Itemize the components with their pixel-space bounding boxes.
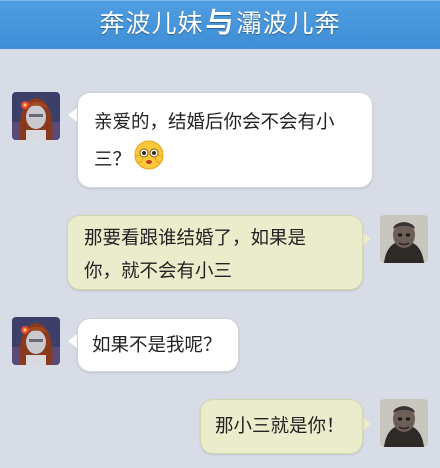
message-bubble-sent[interactable]: 那要看跟谁结婚了，如果是 你，就不会有小三 xyxy=(67,215,363,290)
title-name-left: 奔波儿妹 xyxy=(99,9,204,38)
message-bubble-sent[interactable]: 那小三就是你！ xyxy=(200,399,363,454)
message-text-line: 亲爱的，结婚后你会不会有小 xyxy=(94,112,335,133)
bubble-tail xyxy=(362,232,371,246)
message-text-line: 那小三就是你！ xyxy=(215,416,345,437)
female-avatar[interactable] xyxy=(12,92,60,140)
message-bubble-received[interactable]: 如果不是我呢？ xyxy=(77,318,239,372)
message-bubble-received[interactable]: 亲爱的，结婚后你会不会有小 三？ xyxy=(77,92,373,188)
worried-face-emoji xyxy=(133,139,165,182)
bubble-tail xyxy=(68,334,77,348)
male-avatar[interactable] xyxy=(380,215,428,263)
bubble-tail xyxy=(68,108,77,122)
message-text-line: 如果不是我呢？ xyxy=(92,335,222,356)
female-avatar[interactable] xyxy=(12,317,60,365)
male-avatar[interactable] xyxy=(380,399,428,447)
message-text-line: 你，就不会有小三 xyxy=(84,261,233,282)
message-text-line: 那要看跟谁结婚了，如果是 xyxy=(84,228,307,249)
chat-header: 奔波儿妹与灞波儿奔 xyxy=(0,0,440,49)
title-name-right: 灞波儿奔 xyxy=(236,9,341,38)
message-text-line-with-emoji: 三？ xyxy=(94,139,356,182)
bubble-tail xyxy=(362,417,371,431)
chat-title: 奔波儿妹与灞波儿奔 xyxy=(0,0,440,49)
message-text-line: 三？ xyxy=(94,149,132,171)
title-connector: 与 xyxy=(205,6,235,39)
